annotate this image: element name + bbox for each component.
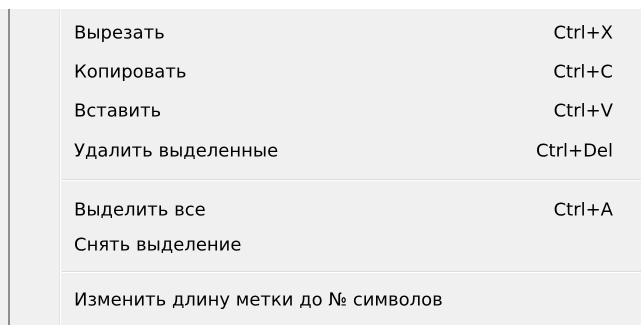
menu-item-shortcut: Ctrl+X <box>553 22 613 44</box>
menu-item-label: Удалить выделенные <box>74 140 279 162</box>
menu-item-shortcut: Ctrl+Del <box>535 140 613 162</box>
menu-item-select-all[interactable]: Выделить все Ctrl+A <box>62 190 641 230</box>
menu-item-label: Снять выделение <box>74 234 242 256</box>
menu-left-border <box>8 9 10 325</box>
menu-item-shortcut: Ctrl+A <box>553 199 613 221</box>
menu-item-label: Копировать <box>74 61 187 83</box>
menu-top-edge <box>0 0 641 9</box>
menu-item-label: Выделить все <box>74 199 206 221</box>
menu-item-shortcut: Ctrl+C <box>553 61 613 83</box>
menu-separator <box>62 271 641 273</box>
menu-separator <box>62 179 641 181</box>
menu-item-paste[interactable]: Вставить Ctrl+V <box>62 91 641 131</box>
menu-item-deselect[interactable]: Снять выделение <box>62 225 641 265</box>
menu-item-label: Вставить <box>74 100 162 122</box>
menu-item-delete-selected[interactable]: Удалить выделенные Ctrl+Del <box>62 131 641 171</box>
context-menu: Вырезать Ctrl+X Копировать Ctrl+C Встави… <box>0 0 641 325</box>
menu-item-label: Вырезать <box>74 22 165 44</box>
menu-item-change-label-length[interactable]: Изменить длину метки до № символов <box>62 280 641 320</box>
icon-gutter-divider-highlight <box>60 9 61 325</box>
menu-item-copy[interactable]: Копировать Ctrl+C <box>62 52 641 92</box>
menu-item-cut[interactable]: Вырезать Ctrl+X <box>62 13 641 53</box>
menu-item-shortcut: Ctrl+V <box>553 100 613 122</box>
menu-item-label: Изменить длину метки до № символов <box>74 289 443 311</box>
